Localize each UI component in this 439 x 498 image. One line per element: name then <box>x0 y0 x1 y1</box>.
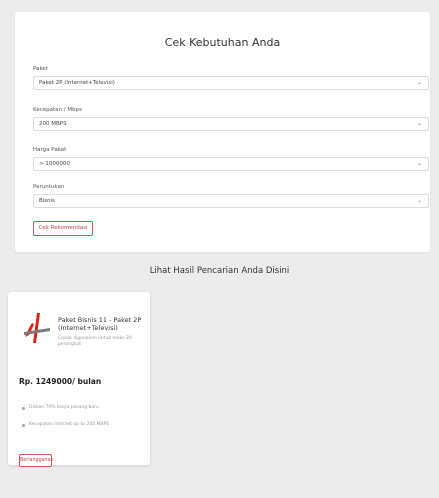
field-label-harga: Harga Paket <box>33 147 67 153</box>
select-peruntukan-value: Bisnis <box>39 198 56 204</box>
select-paket[interactable]: Paket 2P (Internet+Televisi) ⌄ <box>33 76 429 90</box>
bullet-icon <box>22 407 25 410</box>
chevron-down-icon: ⌄ <box>416 120 422 127</box>
field-label-peruntukan: Peruntukan <box>33 184 65 190</box>
bullet-icon <box>22 424 25 427</box>
benefit-item: Diskon 70% biaya pasang baru <box>22 404 109 412</box>
chevron-down-icon: ⌄ <box>416 197 422 204</box>
package-benefits: Diskon 70% biaya pasang baru Kecepatan i… <box>22 404 109 438</box>
field-peruntukan: Peruntukan Bisnis ⌄ <box>33 183 429 208</box>
logo-red-wing <box>25 323 34 337</box>
telkom-logo-icon <box>24 313 50 343</box>
package-description: Cocok digunakan untuk maks 20 perangkat <box>58 336 132 347</box>
field-harga: Harga Paket > 1000000 ⌄ <box>33 146 429 171</box>
chevron-down-icon: ⌄ <box>416 160 422 167</box>
select-kecepatan[interactable]: 200 MBPS ⌄ <box>33 117 429 131</box>
needs-form-card: Cek Kebutuhan Anda Paket Paket 2P (Inter… <box>15 12 430 252</box>
field-label-paket: Paket <box>33 66 48 72</box>
select-paket-value: Paket 2P (Internet+Televisi) <box>39 80 115 86</box>
select-harga-value: > 1000000 <box>39 161 70 167</box>
field-kecepatan: Kecepatan / Mbps 200 MBPS ⌄ <box>33 106 429 131</box>
page: Cek Kebutuhan Anda Paket Paket 2P (Inter… <box>0 0 439 498</box>
benefit-text: Kecepatan internet up to 200 MBPS <box>29 422 110 427</box>
select-kecepatan-value: 200 MBPS <box>39 121 67 127</box>
check-recommendation-button[interactable]: Cek Rekomendasi <box>33 221 93 236</box>
results-title: Lihat Hasil Pencarian Anda Disini <box>149 266 290 276</box>
chevron-down-icon: ⌄ <box>416 79 422 86</box>
benefit-item: Kecepatan internet up to 200 MBPS <box>22 421 109 429</box>
select-harga[interactable]: > 1000000 ⌄ <box>33 157 429 171</box>
field-paket: Paket Paket 2P (Internet+Televisi) ⌄ <box>33 65 429 90</box>
subscribe-button[interactable]: Berlangganan <box>19 454 54 467</box>
field-label-kecepatan: Kecepatan / Mbps <box>33 107 82 113</box>
logo-red-stroke <box>33 313 40 343</box>
select-peruntukan[interactable]: Bisnis ⌄ <box>33 194 429 208</box>
package-card: Paket Bisnis 11 - Paket 2P (Internet+Tel… <box>8 292 150 467</box>
package-name: Paket Bisnis 11 - Paket 2P (Internet+Tel… <box>58 316 142 332</box>
form-title: Cek Kebutuhan Anda <box>164 36 281 49</box>
package-price: Rp. 1249000/ bulan <box>19 377 102 386</box>
benefit-text: Diskon 70% biaya pasang baru <box>29 405 99 410</box>
